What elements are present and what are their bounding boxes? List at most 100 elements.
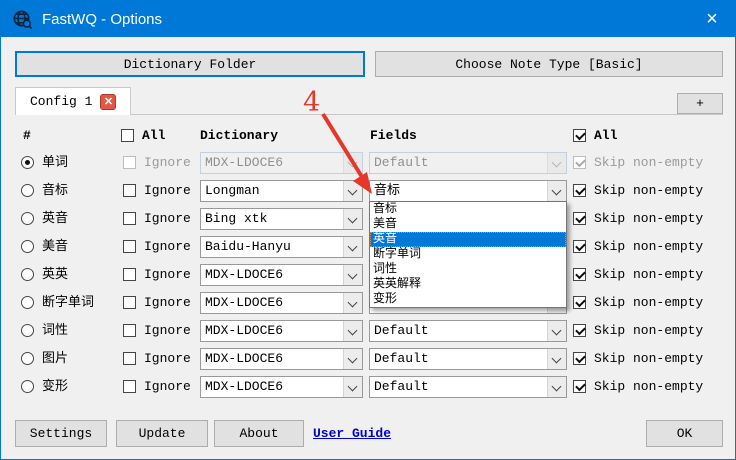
ignore-label: Ignore <box>144 289 191 317</box>
ignore-checkbox[interactable] <box>123 380 136 393</box>
chevron-down-icon <box>547 153 566 173</box>
grid-header: # All Dictionary Fields All <box>1 125 736 147</box>
skip-checkbox[interactable] <box>573 352 586 365</box>
field-label: 英英 <box>42 261 68 289</box>
field-radio[interactable] <box>21 352 34 365</box>
field-label: 图片 <box>42 345 68 373</box>
skip-label: Skip non-empty <box>594 289 703 317</box>
all-skip-checkbox[interactable] <box>573 129 586 142</box>
ignore-checkbox[interactable] <box>123 184 136 197</box>
ignore-checkbox[interactable] <box>123 240 136 253</box>
ignore-label: Ignore <box>144 149 191 177</box>
fields-select-open[interactable]: 音标 <box>369 180 567 202</box>
header-dictionary: Dictionary <box>200 125 278 147</box>
fields-select[interactable]: Default <box>369 320 567 342</box>
field-radio[interactable] <box>21 240 34 253</box>
chevron-down-icon[interactable] <box>547 181 566 201</box>
chevron-down-icon[interactable] <box>343 321 362 341</box>
dictionary-select[interactable]: MDX-LDOCE6 <box>200 320 363 342</box>
ignore-checkbox[interactable] <box>123 324 136 337</box>
skip-checkbox[interactable] <box>573 184 586 197</box>
chevron-down-icon[interactable] <box>343 377 362 397</box>
field-label: 音标 <box>42 177 68 205</box>
header-hash: # <box>23 125 31 147</box>
chevron-down-icon[interactable] <box>343 349 362 369</box>
dropdown-option-selected[interactable]: 英音 <box>370 232 566 247</box>
skip-checkbox[interactable] <box>573 324 586 337</box>
field-radio[interactable] <box>21 212 34 225</box>
dropdown-option[interactable]: 美音 <box>370 217 566 232</box>
chevron-down-icon <box>343 153 362 173</box>
field-radio[interactable] <box>21 268 34 281</box>
skip-label: Skip non-empty <box>594 261 703 289</box>
skip-checkbox[interactable] <box>573 268 586 281</box>
field-radio[interactable] <box>21 324 34 337</box>
all-ignore-checkbox[interactable] <box>121 129 134 142</box>
dictionary-select: MDX-LDOCE6 <box>200 152 363 174</box>
header-all-right: All <box>594 125 617 147</box>
settings-button[interactable]: Settings <box>15 420 107 447</box>
dictionary-select[interactable]: MDX-LDOCE6 <box>200 348 363 370</box>
ignore-checkbox[interactable] <box>123 352 136 365</box>
choose-note-type-button[interactable]: Choose Note Type [Basic] <box>375 51 723 77</box>
ignore-label: Ignore <box>144 373 191 401</box>
chevron-down-icon[interactable] <box>343 209 362 229</box>
fields-select[interactable]: Default <box>369 348 567 370</box>
ignore-checkbox[interactable] <box>123 296 136 309</box>
field-label: 词性 <box>42 317 68 345</box>
dropdown-option[interactable]: 断字单词 <box>370 247 566 262</box>
about-button[interactable]: About <box>214 420 304 447</box>
ignore-checkbox <box>123 156 136 169</box>
ignore-label: Ignore <box>144 261 191 289</box>
chevron-down-icon[interactable] <box>547 349 566 369</box>
ignore-checkbox[interactable] <box>123 212 136 225</box>
add-config-button[interactable]: + <box>677 93 723 114</box>
field-radio[interactable] <box>21 296 34 309</box>
dictionary-select[interactable]: Baidu-Hanyu <box>200 236 363 258</box>
chevron-down-icon[interactable] <box>343 265 362 285</box>
chevron-down-icon[interactable] <box>343 293 362 313</box>
user-guide-link[interactable]: User Guide <box>313 425 391 443</box>
chevron-down-icon[interactable] <box>343 181 362 201</box>
ignore-label: Ignore <box>144 177 191 205</box>
ignore-label: Ignore <box>144 345 191 373</box>
ignore-label: Ignore <box>144 317 191 345</box>
chevron-down-icon[interactable] <box>343 237 362 257</box>
dictionary-select[interactable]: MDX-LDOCE6 <box>200 376 363 398</box>
field-radio[interactable] <box>21 156 34 169</box>
skip-label: Skip non-empty <box>594 317 703 345</box>
ignore-label: Ignore <box>144 205 191 233</box>
dropdown-option[interactable]: 英英解释 <box>370 277 566 292</box>
update-button[interactable]: Update <box>116 420 208 447</box>
dropdown-option[interactable]: 词性 <box>370 262 566 277</box>
annotation-number: 4 <box>303 87 320 118</box>
tab-close-icon[interactable]: ✕ <box>100 94 116 110</box>
dictionary-select[interactable]: MDX-LDOCE6 <box>200 264 363 286</box>
field-label: 单词 <box>42 149 68 177</box>
dictionary-select[interactable]: Longman <box>200 180 363 202</box>
skip-checkbox[interactable] <box>573 212 586 225</box>
ignore-checkbox[interactable] <box>123 268 136 281</box>
dictionary-select[interactable]: MDX-LDOCE6 <box>200 292 363 314</box>
dictionary-folder-button[interactable]: Dictionary Folder <box>15 51 365 77</box>
ok-button[interactable]: OK <box>646 420 723 447</box>
field-label: 变形 <box>42 373 68 401</box>
fields-select: Default <box>369 152 567 174</box>
tab-config-1[interactable]: Config 1 ✕ <box>15 87 131 115</box>
dropdown-option[interactable]: 音标 <box>370 202 566 217</box>
close-button[interactable]: × <box>689 1 735 37</box>
skip-checkbox[interactable] <box>573 240 586 253</box>
dropdown-option[interactable]: 变形 <box>370 292 566 307</box>
table-row: 图片 Ignore MDX-LDOCE6 Default Skip non-em… <box>1 345 736 373</box>
chevron-down-icon[interactable] <box>547 321 566 341</box>
ignore-label: Ignore <box>144 233 191 261</box>
table-row: 词性 Ignore MDX-LDOCE6 Default Skip non-em… <box>1 317 736 345</box>
fields-select[interactable]: Default <box>369 376 567 398</box>
skip-label: Skip non-empty <box>594 233 703 261</box>
field-radio[interactable] <box>21 380 34 393</box>
dictionary-select[interactable]: Bing xtk <box>200 208 363 230</box>
skip-checkbox[interactable] <box>573 296 586 309</box>
field-radio[interactable] <box>21 184 34 197</box>
skip-checkbox[interactable] <box>573 380 586 393</box>
chevron-down-icon[interactable] <box>547 377 566 397</box>
